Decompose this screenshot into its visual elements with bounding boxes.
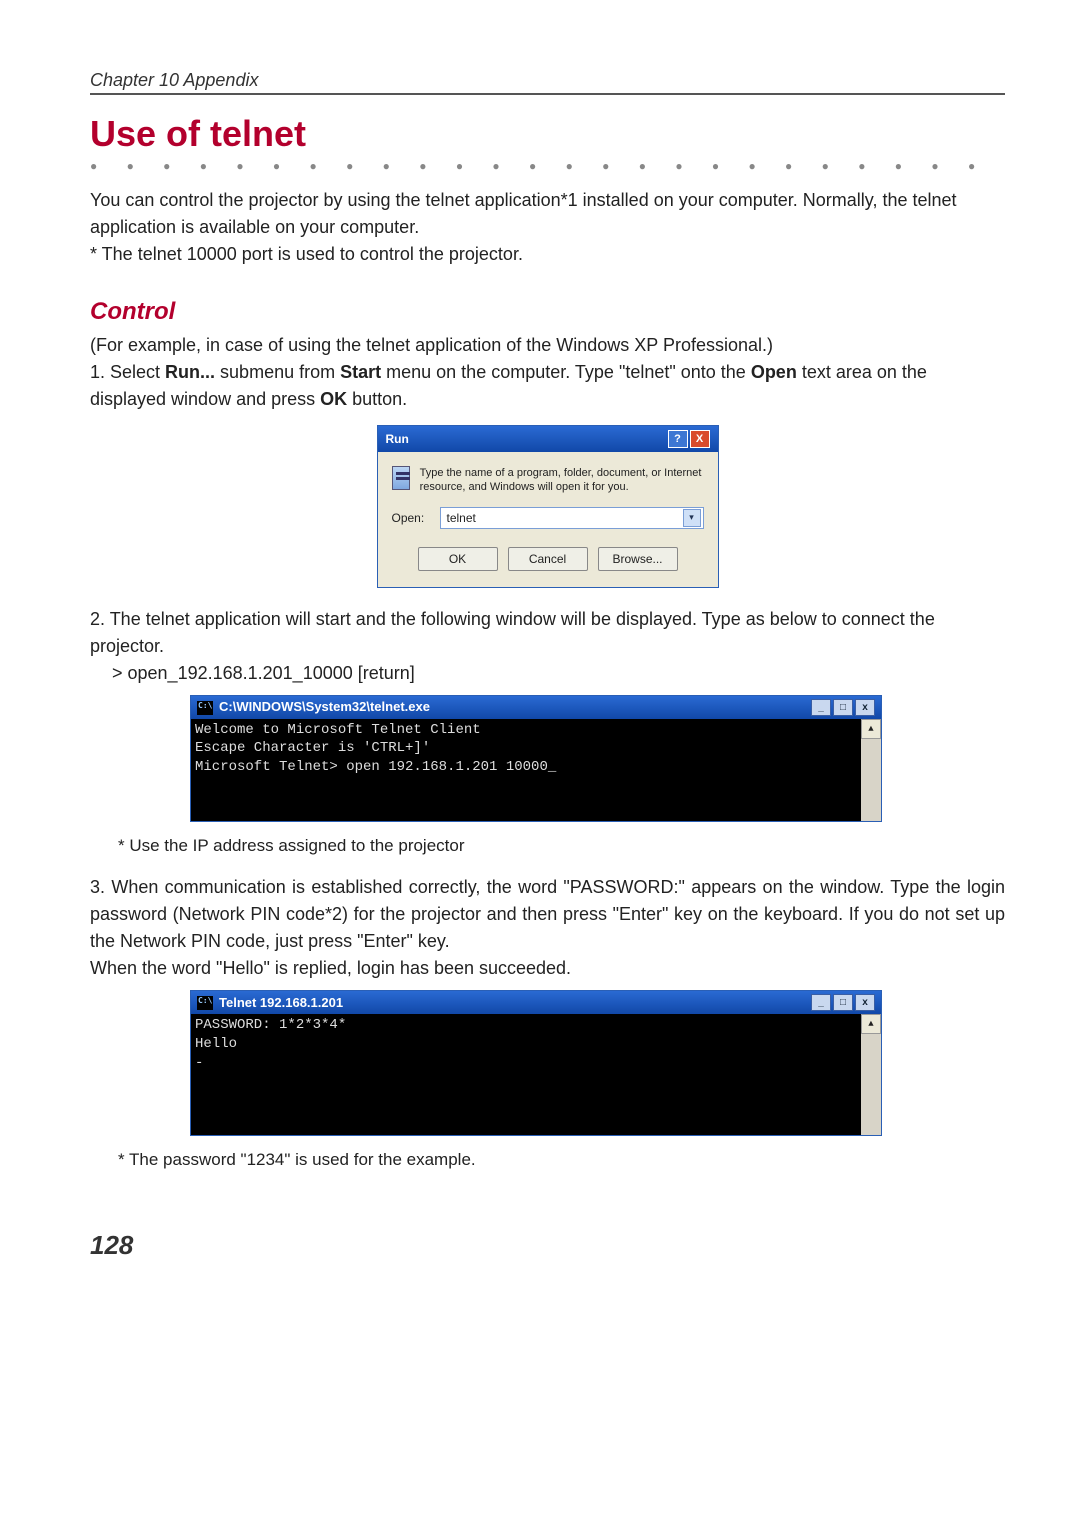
intro-note: * The telnet 10000 port is used to contr…: [90, 241, 1005, 268]
run-description: Type the name of a program, folder, docu…: [420, 466, 704, 495]
scrollbar[interactable]: ▲: [861, 1014, 881, 1135]
open-input[interactable]: telnet ▾: [440, 507, 704, 529]
step1-text-b: submenu from: [215, 362, 340, 382]
page-title: Use of telnet: [90, 113, 1005, 155]
telnet2-title: Telnet 192.168.1.201: [219, 995, 343, 1010]
step1-start: Start: [340, 362, 381, 382]
intro-text: You can control the projector by using t…: [90, 187, 1005, 241]
note-ip-address: * Use the IP address assigned to the pro…: [118, 836, 1005, 856]
telnet1-content: Welcome to Microsoft Telnet Client Escap…: [191, 719, 861, 821]
cmd-icon: [197, 701, 213, 715]
close-icon[interactable]: x: [855, 699, 875, 716]
page-number: 128: [90, 1230, 1005, 1261]
step1-text-e: button.: [347, 389, 407, 409]
scrollbar[interactable]: ▲: [861, 719, 881, 821]
chevron-down-icon[interactable]: ▾: [683, 509, 701, 527]
telnet2-titlebar: Telnet 192.168.1.201 _ □ x: [191, 991, 881, 1014]
browse-button[interactable]: Browse...: [598, 547, 678, 571]
decorative-dots: ● ● ● ● ● ● ● ● ● ● ● ● ● ● ● ● ● ● ● ● …: [90, 159, 1005, 173]
step-3: 3. When communication is established cor…: [90, 874, 1005, 982]
close-icon[interactable]: X: [690, 430, 710, 448]
minimize-icon[interactable]: _: [811, 994, 831, 1011]
step-1: 1. Select Run... submenu from Start menu…: [90, 359, 1005, 413]
run-dialog-title: Run: [386, 432, 409, 446]
run-dialog-titlebar: Run ? X: [378, 426, 718, 452]
cancel-button[interactable]: Cancel: [508, 547, 588, 571]
maximize-icon[interactable]: □: [833, 994, 853, 1011]
step1-open: Open: [751, 362, 797, 382]
help-icon[interactable]: ?: [668, 430, 688, 448]
close-icon[interactable]: x: [855, 994, 875, 1011]
minimize-icon[interactable]: _: [811, 699, 831, 716]
step1-ok: OK: [320, 389, 347, 409]
scroll-up-icon[interactable]: ▲: [861, 719, 881, 739]
open-label: Open:: [392, 511, 430, 525]
step-2: 2. The telnet application will start and…: [90, 606, 1005, 687]
telnet-window-1: C:\WINDOWS\System32\telnet.exe _ □ x Wel…: [190, 695, 882, 822]
run-dialog: Run ? X Type the name of a program, fold…: [377, 425, 719, 588]
cmd-icon: [197, 996, 213, 1010]
telnet1-title: C:\WINDOWS\System32\telnet.exe: [219, 699, 430, 714]
note-password: * The password "1234" is used for the ex…: [118, 1150, 1005, 1170]
step2-command: > open_192.168.1.201_10000 [return]: [112, 660, 1005, 687]
scroll-up-icon[interactable]: ▲: [861, 1014, 881, 1034]
section-heading-control: Control: [90, 298, 1005, 326]
maximize-icon[interactable]: □: [833, 699, 853, 716]
control-preface: (For example, in case of using the telne…: [90, 332, 1005, 359]
chapter-header: Chapter 10 Appendix: [90, 70, 1005, 95]
step1-text-a: 1. Select: [90, 362, 165, 382]
telnet2-content: PASSWORD: 1*2*3*4* Hello -: [191, 1014, 861, 1135]
open-input-value: telnet: [447, 511, 476, 525]
step2-text: 2. The telnet application will start and…: [90, 609, 935, 656]
step1-run: Run...: [165, 362, 215, 382]
run-icon: [392, 466, 410, 490]
telnet1-titlebar: C:\WINDOWS\System32\telnet.exe _ □ x: [191, 696, 881, 719]
step1-text-c: menu on the computer. Type "telnet" onto…: [381, 362, 751, 382]
ok-button[interactable]: OK: [418, 547, 498, 571]
telnet-window-2: Telnet 192.168.1.201 _ □ x PASSWORD: 1*2…: [190, 990, 882, 1136]
